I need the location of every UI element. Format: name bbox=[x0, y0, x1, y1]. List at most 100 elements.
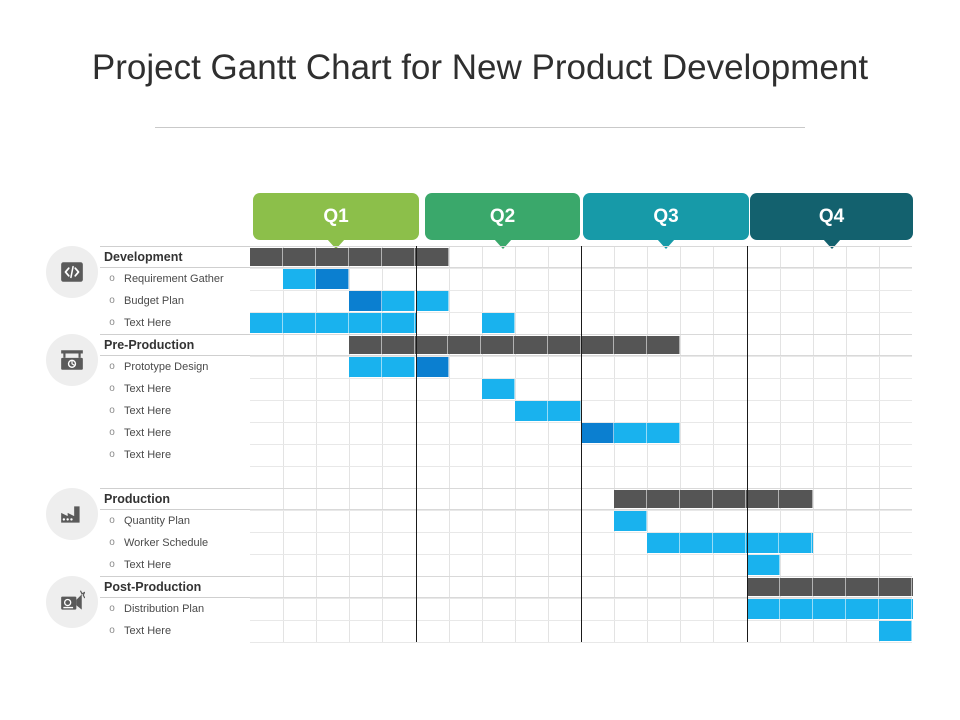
task-bar[interactable] bbox=[482, 313, 515, 333]
section-header-label: Pre-Production bbox=[104, 338, 195, 352]
summary-bar-pre-production[interactable] bbox=[349, 336, 680, 354]
bar-segment bbox=[647, 336, 680, 354]
task-bar[interactable] bbox=[416, 291, 449, 311]
bar-segment bbox=[349, 357, 382, 377]
task-row[interactable]: o Worker Schedule bbox=[100, 532, 250, 554]
task-bullet-icon: o bbox=[109, 405, 115, 416]
factory-icon bbox=[61, 506, 80, 523]
section-header-production[interactable]: Production bbox=[100, 488, 250, 510]
section-header-label: Production bbox=[104, 492, 170, 506]
bar-segment bbox=[250, 313, 283, 333]
task-bar[interactable] bbox=[349, 291, 382, 311]
quarter-header-bar: Q1 Q2 Q3 Q4 bbox=[253, 193, 913, 249]
task-bullet-icon: o bbox=[109, 383, 115, 394]
task-bar[interactable] bbox=[647, 533, 813, 553]
summary-bar-post-production[interactable] bbox=[747, 578, 913, 596]
press-machine-icon bbox=[61, 350, 83, 370]
bar-segment bbox=[614, 490, 647, 508]
bar-segment bbox=[382, 336, 415, 354]
bar-segment bbox=[515, 336, 548, 354]
task-bar[interactable] bbox=[482, 379, 515, 399]
task-bar[interactable] bbox=[416, 357, 449, 377]
task-row[interactable]: o Prototype Design bbox=[100, 356, 250, 378]
task-row[interactable]: o Text Here bbox=[100, 554, 250, 576]
task-row[interactable]: o Requirement Gather bbox=[100, 268, 250, 290]
quarter-tab-q3[interactable]: Q3 bbox=[583, 193, 749, 249]
section-header-label: Post-Production bbox=[104, 580, 202, 594]
title-divider bbox=[155, 127, 805, 128]
bar-segment bbox=[779, 533, 812, 553]
bar-segment bbox=[846, 599, 879, 619]
task-row[interactable]: o Text Here bbox=[100, 400, 250, 422]
section-header-pre-production[interactable]: Pre-Production bbox=[100, 334, 250, 356]
task-bar[interactable] bbox=[614, 423, 680, 443]
task-bar[interactable] bbox=[747, 599, 913, 619]
task-row[interactable]: o Text Here bbox=[100, 378, 250, 400]
task-bullet-icon: o bbox=[109, 537, 115, 548]
bar-segment bbox=[680, 533, 713, 553]
bar-segment bbox=[416, 291, 449, 311]
task-label: Prototype Design bbox=[124, 361, 209, 373]
quarter-divider-line bbox=[416, 246, 417, 642]
task-bar[interactable] bbox=[581, 423, 614, 443]
bar-segment bbox=[349, 336, 382, 354]
bar-segment bbox=[416, 357, 449, 377]
task-row[interactable]: o Text Here bbox=[100, 312, 250, 334]
bar-segment bbox=[614, 511, 647, 531]
quarter-tab-q1[interactable]: Q1 bbox=[253, 193, 419, 249]
bar-segment bbox=[747, 555, 780, 575]
section-header-label: Development bbox=[104, 250, 183, 264]
quarter-tab-label: Q1 bbox=[323, 205, 349, 227]
task-bullet-icon: o bbox=[109, 427, 115, 438]
quarter-tab-q2[interactable]: Q2 bbox=[425, 193, 580, 249]
bar-segment bbox=[879, 599, 912, 619]
section-icon-badge-pre-production bbox=[46, 334, 98, 386]
bar-segment bbox=[382, 357, 415, 377]
bar-segment bbox=[747, 599, 780, 619]
task-row[interactable]: o Text Here bbox=[100, 422, 250, 444]
task-row[interactable]: o Text Here bbox=[100, 444, 250, 466]
section-icon-badge-development bbox=[46, 246, 98, 298]
task-bar[interactable] bbox=[515, 401, 581, 421]
task-bar[interactable] bbox=[879, 621, 912, 641]
bar-segment bbox=[316, 313, 349, 333]
bar-segment bbox=[415, 336, 448, 354]
task-row[interactable]: o Quantity Plan bbox=[100, 510, 250, 532]
quarter-tab-q4[interactable]: Q4 bbox=[750, 193, 913, 249]
bar-segment bbox=[780, 490, 813, 508]
task-bar[interactable] bbox=[283, 269, 316, 289]
section-icon-badge-post-production bbox=[46, 576, 98, 628]
task-bar[interactable] bbox=[382, 357, 415, 377]
task-bullet-icon: o bbox=[109, 449, 115, 460]
bar-segment bbox=[780, 578, 813, 596]
summary-bar-development[interactable] bbox=[250, 248, 449, 266]
task-label: Text Here bbox=[124, 449, 172, 461]
task-bar[interactable] bbox=[349, 357, 382, 377]
task-label: Text Here bbox=[124, 317, 172, 329]
bar-segment bbox=[382, 291, 415, 311]
gantt-grid bbox=[250, 246, 913, 644]
quarter-divider-line bbox=[747, 246, 748, 642]
quarter-tab-label: Q2 bbox=[489, 205, 516, 227]
quarter-divider-line bbox=[581, 246, 582, 642]
megaphone-icon bbox=[61, 590, 85, 610]
task-row[interactable]: o Text Here bbox=[100, 620, 250, 642]
gantt-chart: Development o Requirement Gather o Budget Pl… bbox=[100, 246, 913, 644]
task-bar[interactable] bbox=[250, 313, 416, 333]
task-bullet-icon: o bbox=[109, 559, 115, 570]
task-bar[interactable] bbox=[316, 269, 349, 289]
task-bar[interactable] bbox=[747, 555, 780, 575]
section-header-development[interactable]: Development bbox=[100, 246, 250, 268]
bar-segment bbox=[680, 490, 713, 508]
bar-segment bbox=[713, 490, 746, 508]
task-label: Text Here bbox=[124, 383, 172, 395]
bar-segment bbox=[747, 578, 780, 596]
section-header-post-production[interactable]: Post-Production bbox=[100, 576, 250, 598]
task-row[interactable]: o Budget Plan bbox=[100, 290, 250, 312]
summary-bar-production[interactable] bbox=[614, 490, 813, 508]
task-row[interactable]: o Distribution Plan bbox=[100, 598, 250, 620]
bar-segment bbox=[283, 248, 316, 266]
task-bar[interactable] bbox=[614, 511, 647, 531]
task-bar[interactable] bbox=[382, 291, 415, 311]
task-bullet-icon: o bbox=[109, 317, 115, 328]
